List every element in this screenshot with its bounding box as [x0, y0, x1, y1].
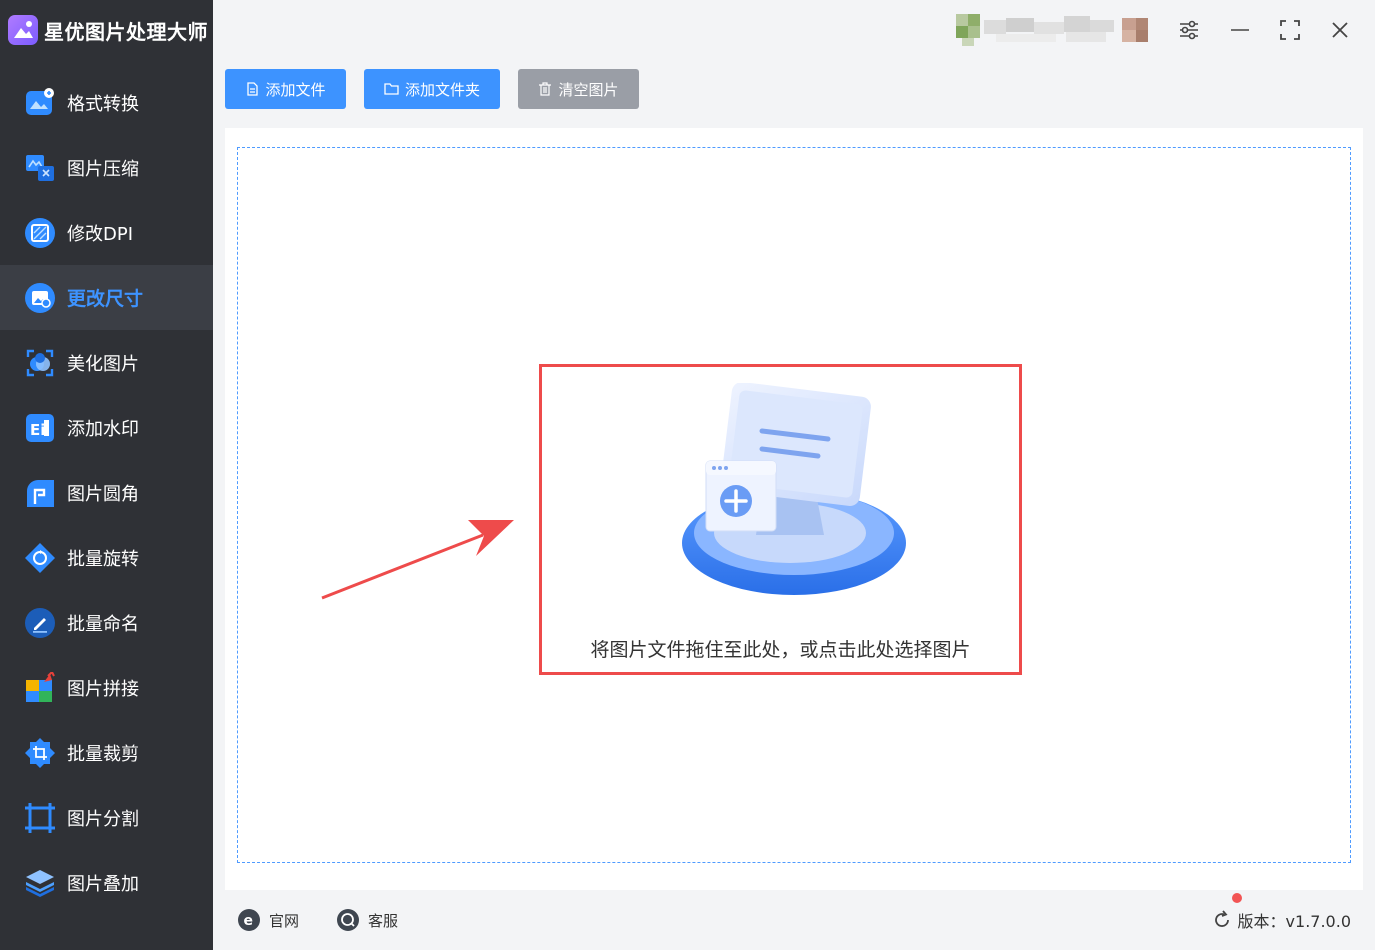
app-brand: 星优图片处理大师: [0, 0, 213, 60]
sidebar-item-label: 图片圆角: [67, 483, 139, 505]
sidebar-item-label: 批量旋转: [67, 548, 139, 570]
sidebar-item-label: 图片拼接: [67, 678, 139, 700]
main-area: 添加文件 添加文件夹 清空图片 将图片文件拖住至此处，或点击此处选择图片 e 官…: [213, 0, 1375, 950]
settings-sliders-button[interactable]: [1173, 14, 1205, 46]
upload-highlight-box[interactable]: 将图片文件拖住至此处，或点击此处选择图片: [539, 364, 1022, 675]
refresh-icon: [1212, 910, 1232, 930]
sidebar-item-label: 格式转换: [67, 93, 139, 115]
sidebar-item-beautify[interactable]: 美化图片: [0, 330, 213, 395]
overlay-icon: [24, 867, 56, 899]
minimize-button[interactable]: [1224, 14, 1256, 46]
sidebar-item-rotate[interactable]: 批量旋转: [0, 525, 213, 590]
add-file-label: 添加文件: [265, 80, 326, 99]
close-icon: [1332, 22, 1348, 38]
sidebar-nav: 格式转换 图片压缩 修改DPI 更改尺寸 美化图片 Ei 添加水印 图片圆角 批…: [0, 70, 213, 915]
format-convert-icon: [24, 87, 56, 119]
crop-icon: [24, 737, 56, 769]
maximize-button[interactable]: [1274, 14, 1306, 46]
sidebar-item-crop[interactable]: 批量裁剪: [0, 720, 213, 785]
rename-icon: [24, 607, 56, 639]
trash-icon: [538, 82, 552, 96]
sidebar-item-splice[interactable]: 图片拼接: [0, 655, 213, 720]
clear-images-button[interactable]: 清空图片: [518, 69, 639, 109]
upload-computer-illustration: [682, 383, 906, 595]
pointer-arrow-annotation: [321, 520, 514, 600]
add-file-button[interactable]: 添加文件: [225, 69, 346, 109]
sidebar-item-overlay[interactable]: 图片叠加: [0, 850, 213, 915]
browser-e-icon: e: [237, 908, 261, 932]
version-info[interactable]: 版本：v1.7.0.0: [1212, 908, 1351, 932]
folder-icon: [384, 82, 399, 96]
beautify-icon: [24, 347, 56, 379]
sidebar-item-dpi[interactable]: 修改DPI: [0, 200, 213, 265]
add-folder-button[interactable]: 添加文件夹: [364, 69, 500, 109]
support-label: 客服: [368, 911, 399, 930]
sidebar-item-label: 图片压缩: [67, 158, 139, 180]
maximize-icon: [1280, 20, 1300, 40]
footer: e 官网 客服 版本：v1.7.0.0: [213, 890, 1375, 950]
sidebar-item-label: 批量裁剪: [67, 743, 139, 765]
update-notification-dot: [1232, 893, 1242, 903]
sidebar-item-compress[interactable]: 图片压缩: [0, 135, 213, 200]
app-title: 星优图片处理大师: [44, 19, 208, 44]
minimize-icon: [1231, 29, 1249, 31]
content-panel: 将图片文件拖住至此处，或点击此处选择图片: [225, 128, 1363, 890]
sidebar-item-format-convert[interactable]: 格式转换: [0, 70, 213, 135]
file-icon: [245, 82, 259, 96]
website-label: 官网: [269, 911, 300, 930]
close-button[interactable]: [1324, 14, 1356, 46]
clear-images-label: 清空图片: [558, 80, 619, 99]
sidebar-item-label: 更改尺寸: [67, 288, 144, 310]
add-folder-label: 添加文件夹: [404, 80, 480, 99]
sidebar-item-label: 批量命名: [67, 613, 139, 635]
sidebar-item-split[interactable]: 图片分割: [0, 785, 213, 850]
sidebar-item-rounded-corner[interactable]: 图片圆角: [0, 460, 213, 525]
svg-text:Ei: Ei: [30, 421, 45, 439]
drop-zone[interactable]: 将图片文件拖住至此处，或点击此处选择图片: [237, 147, 1351, 863]
watermark-icon: Ei: [24, 412, 56, 444]
svg-text:e: e: [244, 913, 254, 929]
chat-bubble-icon: [336, 908, 360, 932]
split-icon: [24, 802, 56, 834]
app-logo-icon: [8, 15, 38, 45]
rounded-corner-icon: [24, 477, 56, 509]
settings-sliders-icon: [1180, 20, 1198, 40]
sidebar-item-rename[interactable]: 批量命名: [0, 590, 213, 655]
dpi-icon: [24, 217, 56, 249]
sidebar-item-watermark[interactable]: Ei 添加水印: [0, 395, 213, 460]
sidebar: 星优图片处理大师 格式转换 图片压缩 修改DPI 更改尺寸 美化图片 Ei 添加…: [0, 0, 213, 950]
sidebar-item-resize[interactable]: 更改尺寸: [0, 265, 213, 330]
sidebar-item-label: 图片分割: [67, 808, 139, 830]
version-label: 版本：v1.7.0.0: [1237, 912, 1351, 931]
resize-icon: [24, 282, 56, 314]
splice-icon: [24, 669, 56, 704]
sidebar-item-label: 添加水印: [67, 418, 139, 440]
sidebar-item-label: 图片叠加: [67, 873, 139, 895]
user-account-blurred[interactable]: [956, 12, 1161, 48]
drop-zone-text: 将图片文件拖住至此处，或点击此处选择图片: [590, 639, 971, 661]
website-link[interactable]: e 官网: [237, 908, 299, 932]
support-link[interactable]: 客服: [336, 908, 398, 932]
compress-icon: [24, 152, 56, 184]
rotate-icon: [24, 542, 56, 574]
sidebar-item-label: 修改DPI: [67, 223, 134, 245]
sidebar-item-label: 美化图片: [67, 353, 139, 375]
